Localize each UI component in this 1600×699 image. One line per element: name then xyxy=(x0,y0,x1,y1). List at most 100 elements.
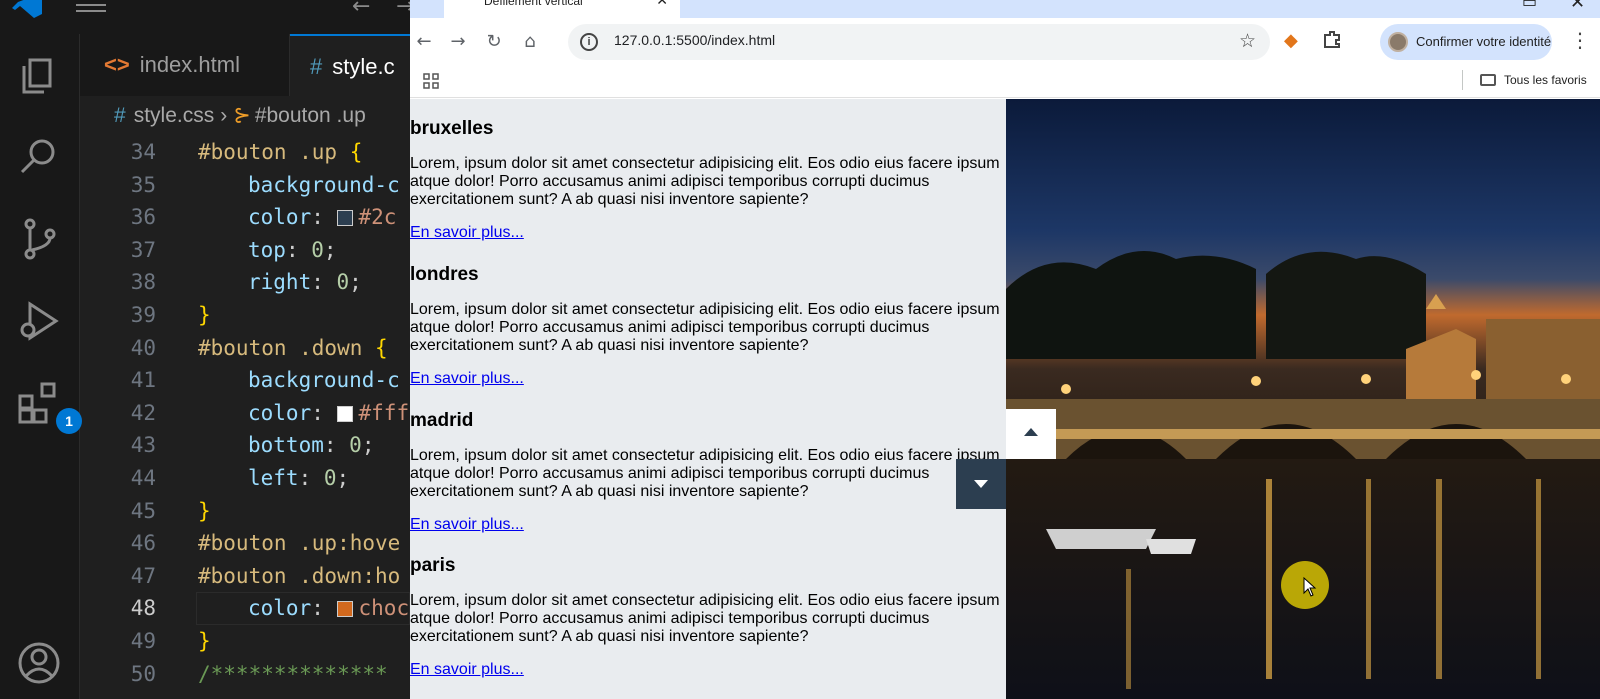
maximize-icon[interactable]: ▭ xyxy=(1522,0,1537,11)
tab-label: style.c xyxy=(332,54,395,79)
line-number: 38 xyxy=(130,270,156,295)
url-text[interactable]: 127.0.0.1:5500/index.html xyxy=(614,32,775,48)
css-property: color xyxy=(248,596,312,621)
breadcrumb: # style.css › ⊱ #bouton .up xyxy=(80,96,410,136)
code-text: background-c xyxy=(248,364,400,397)
line-number: 35 xyxy=(130,172,156,197)
code-line[interactable]: 43 bottom: 0; xyxy=(80,429,410,462)
css-selector: #bouton .up:hove xyxy=(198,531,401,556)
code-line[interactable]: 42 color: #fff xyxy=(80,397,410,430)
city-title: bruxelles xyxy=(410,118,494,139)
city-text: Lorem, ipsum dolor sit amet consectetur … xyxy=(410,592,1000,645)
page-viewport: bruxelles Lorem, ipsum dolor sit amet co… xyxy=(410,99,1600,699)
explorer-icon[interactable] xyxy=(16,52,62,98)
color-swatch[interactable] xyxy=(336,210,353,227)
extensions-icon[interactable]: 1 xyxy=(16,380,82,434)
read-more-link[interactable]: En savoir plus... xyxy=(410,370,524,388)
line-number: 44 xyxy=(130,466,156,490)
bridge-illustration xyxy=(1006,251,1600,689)
code-line[interactable]: 46 #bouton .up:hove xyxy=(80,527,410,560)
arrow-right-icon[interactable]: → xyxy=(396,0,410,19)
code-line[interactable]: 36 color: #2c xyxy=(80,201,410,234)
code-line[interactable]: 49} xyxy=(80,625,410,658)
line-number: 46 xyxy=(130,531,156,556)
color-swatch[interactable] xyxy=(336,601,353,618)
code-editor[interactable]: 34 #bouton .up {35 background-c 36 color: #2… xyxy=(80,136,410,699)
read-more-link[interactable]: En savoir plus... xyxy=(410,516,524,534)
mouse-pointer-icon xyxy=(1303,577,1317,597)
scroll-up-button[interactable] xyxy=(1006,409,1056,459)
home-icon[interactable]: ⌂ xyxy=(516,28,544,56)
code-text: #bouton .down { xyxy=(198,332,388,365)
address-bar[interactable]: i 127.0.0.1:5500/index.html ☆ xyxy=(568,24,1270,60)
search-icon[interactable] xyxy=(16,134,62,180)
code-text: } xyxy=(198,495,211,528)
code-text: #bouton .down:ho xyxy=(198,560,400,593)
caret-up-icon xyxy=(1024,428,1038,436)
code-line[interactable]: 45} xyxy=(80,495,410,528)
code-line[interactable]: 34 #bouton .up { xyxy=(80,136,410,169)
vscode-window: ← → 1 <> index.html # style.c # style.css › ⊱… xyxy=(0,0,410,699)
code-line[interactable]: 50 /************** xyxy=(80,658,410,691)
code-line[interactable]: 38 right: 0; xyxy=(80,266,410,299)
code-text: color: choc xyxy=(248,596,410,621)
profile-button[interactable]: Confirmer votre identité xyxy=(1380,24,1552,60)
css-selector: #bouton .up xyxy=(198,140,338,164)
line-number: 43 xyxy=(130,433,156,458)
reload-icon[interactable]: ↻ xyxy=(480,28,508,56)
code-line[interactable]: 44 left: 0; xyxy=(80,462,410,495)
hamburger-menu-icon[interactable] xyxy=(76,0,106,14)
line-number: 50 xyxy=(130,661,156,686)
line-number: 39 xyxy=(130,303,156,327)
tab-style-css[interactable]: # style.c xyxy=(290,34,410,96)
browser-tab[interactable]: Défilement vertical ✕ xyxy=(444,0,680,18)
city-title: londres xyxy=(410,264,479,285)
css-brace: } xyxy=(198,629,211,653)
code-line[interactable]: 47 #bouton .down:ho xyxy=(80,560,410,593)
browser-window: Défilement vertical ✕ ▭ ✕ ← → ↻ ⌂ i 127.… xyxy=(410,0,1600,699)
run-debug-icon[interactable] xyxy=(16,298,62,344)
city-section: paris Lorem, ipsum dolor sit amet consec… xyxy=(410,555,1006,678)
forward-icon[interactable]: → xyxy=(444,28,472,56)
more-menu-icon[interactable]: ⋮ xyxy=(1570,28,1590,52)
css-brace: { xyxy=(362,335,388,360)
html-file-icon: <> xyxy=(104,52,130,77)
bookmarks-bar: Tous les favoris xyxy=(410,66,1600,98)
css-file-icon: # xyxy=(114,104,126,127)
bookmark-star-icon[interactable]: ☆ xyxy=(1239,30,1256,52)
code-line[interactable]: 41 background-c xyxy=(80,364,410,397)
source-control-icon[interactable] xyxy=(16,216,62,262)
all-bookmarks-button[interactable]: Tous les favoris xyxy=(1480,70,1587,90)
arrow-left-icon[interactable]: ← xyxy=(352,0,370,19)
code-line[interactable]: 35 background-c xyxy=(80,169,410,202)
account-icon[interactable] xyxy=(16,640,62,686)
tab-index-html[interactable]: <> index.html xyxy=(80,34,290,96)
avatar xyxy=(1388,32,1408,52)
css-number: 0 xyxy=(323,466,337,490)
code-line[interactable]: 39} xyxy=(80,299,410,332)
scroll-down-button[interactable] xyxy=(956,459,1006,509)
css-value: choc xyxy=(358,596,410,621)
extensions-puzzle-icon[interactable] xyxy=(1322,29,1342,49)
read-more-link[interactable]: En savoir plus... xyxy=(410,224,524,242)
cities-content: bruxelles Lorem, ipsum dolor sit amet co… xyxy=(410,99,1006,699)
apps-grid-icon[interactable] xyxy=(422,72,440,90)
code-line[interactable]: 48 color: choc xyxy=(80,592,410,626)
color-swatch[interactable] xyxy=(336,405,353,422)
css-value: #fff xyxy=(358,400,410,425)
back-icon[interactable]: ← xyxy=(410,28,438,56)
code-text: bottom: 0; xyxy=(248,433,375,458)
read-more-link[interactable]: En savoir plus... xyxy=(410,661,524,679)
metamask-fox-icon[interactable]: ◆ xyxy=(1284,30,1298,51)
close-window-icon[interactable]: ✕ xyxy=(1570,0,1585,13)
breadcrumb-file[interactable]: style.css xyxy=(134,104,215,127)
breadcrumb-symbol[interactable]: #bouton .up xyxy=(255,104,366,127)
all-bookmarks-label: Tous les favoris xyxy=(1504,73,1587,87)
css-file-icon: # xyxy=(310,54,323,79)
code-line[interactable]: 37 top: 0; xyxy=(80,234,410,267)
code-text: } xyxy=(198,299,211,332)
code-line[interactable]: 40 #bouton .down { xyxy=(80,332,410,365)
site-info-icon[interactable]: i xyxy=(580,33,598,51)
css-property: color xyxy=(248,205,312,230)
close-tab-icon[interactable]: ✕ xyxy=(656,0,668,9)
